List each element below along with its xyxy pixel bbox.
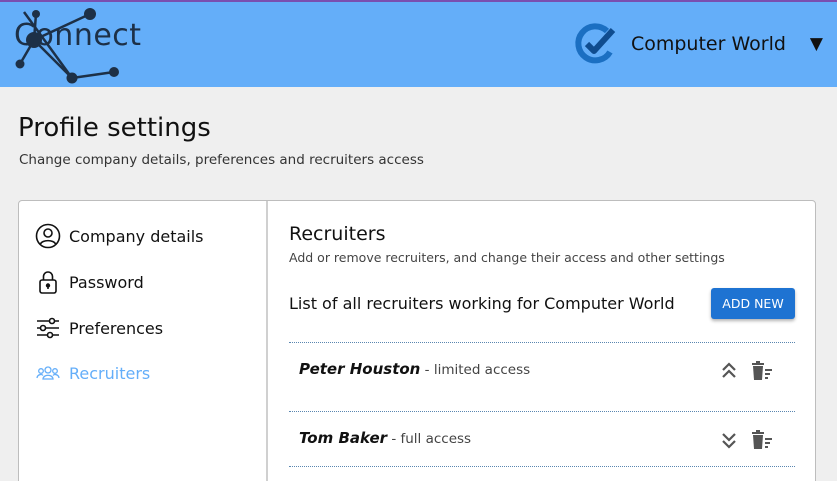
delete-icon[interactable] (751, 361, 773, 381)
settings-card: Company details Password Preferences Rec… (18, 200, 816, 481)
recruiter-name-line: Tom Baker - full access (299, 429, 471, 447)
sidebar-item-preferences[interactable]: Preferences (35, 313, 163, 343)
page-subtitle: Change company details, preferences and … (19, 152, 424, 168)
sidebar-item-label: Password (69, 272, 144, 292)
sidebar-item-label: Recruiters (69, 363, 151, 383)
delete-icon[interactable] (751, 430, 773, 450)
caret-down-icon[interactable]: ▼ (810, 34, 823, 54)
recruiter-access: - full access (387, 431, 472, 447)
recruiter-access: - limited access (420, 362, 531, 378)
recruiter-row: Tom Baker - full access (289, 411, 795, 467)
users-icon (35, 360, 61, 386)
recruiter-name-line: Peter Houston - limited access (299, 360, 530, 378)
logo-text: Connect (14, 18, 142, 53)
recruiter-row: Peter Houston - limited access (289, 342, 795, 398)
recruiters-list-title: List of all recruiters working for Compu… (289, 294, 675, 313)
top-bar: Connect Computer World ▼ (0, 0, 837, 87)
page-title: Profile settings (18, 113, 211, 143)
section-subtitle: Add or remove recruiters, and change the… (289, 250, 725, 265)
section-title: Recruiters (289, 223, 386, 245)
app-logo[interactable]: Connect (10, 4, 160, 86)
add-new-button[interactable]: ADD NEW (711, 288, 795, 319)
sidebar-item-label: Preferences (69, 318, 164, 338)
company-switcher[interactable]: Computer World ▼ (573, 20, 823, 68)
lock-icon (35, 269, 61, 295)
sidebar-item-password[interactable]: Password (35, 267, 144, 297)
sidebar-item-label: Company details (69, 226, 204, 246)
chevrons-up-icon[interactable] (721, 362, 737, 380)
company-name: Computer World (630, 33, 786, 55)
user-circle-icon (35, 223, 61, 249)
settings-sidebar: Company details Password Preferences Rec… (19, 201, 268, 481)
sliders-icon (35, 315, 61, 341)
chevrons-down-icon[interactable] (721, 431, 737, 449)
recruiter-name: Tom Baker (299, 429, 388, 447)
sidebar-item-recruiters[interactable]: Recruiters (35, 358, 150, 388)
sidebar-item-company-details[interactable]: Company details (35, 221, 204, 251)
recruiters-panel: Recruiters Add or remove recruiters, and… (289, 201, 809, 481)
company-check-logo-icon (575, 23, 616, 64)
recruiter-name: Peter Houston (299, 360, 421, 378)
